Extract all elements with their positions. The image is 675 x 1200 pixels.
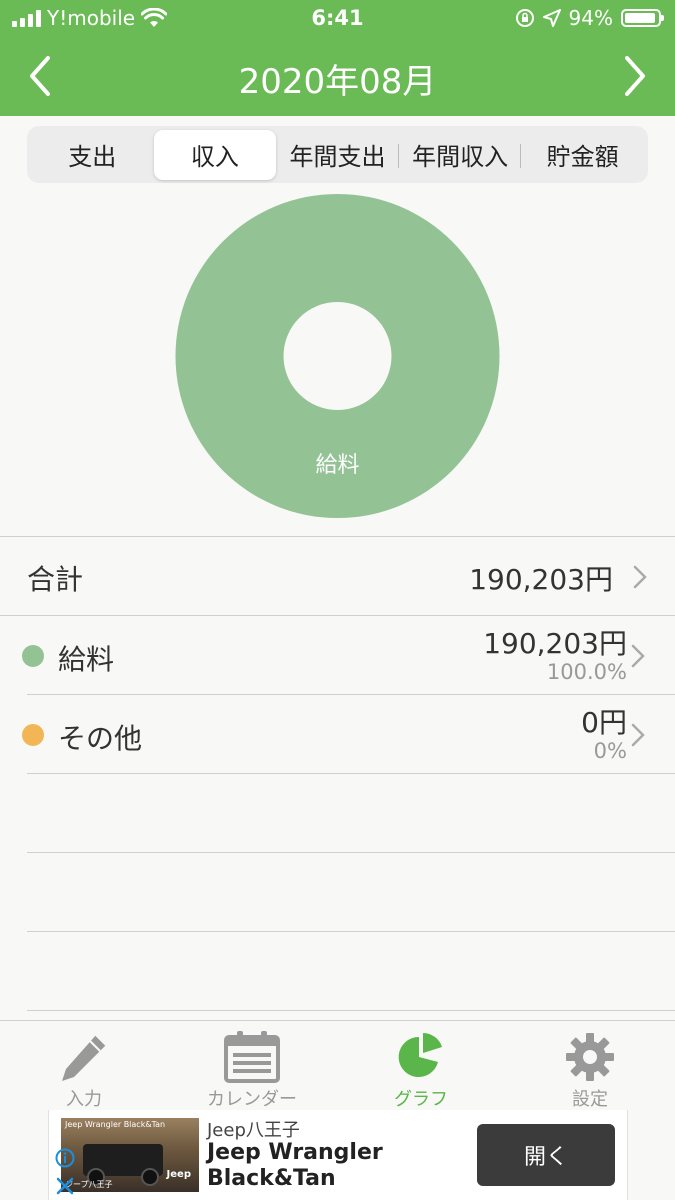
tab-graph[interactable]: グラフ <box>337 1021 505 1111</box>
ad-car-wheel <box>141 1168 159 1186</box>
segment-savings[interactable]: 貯金額 <box>520 130 644 180</box>
month-title: 2020年08月 <box>238 62 437 102</box>
battery-percent: 94% <box>568 6 613 30</box>
status-right: 94% <box>515 6 664 30</box>
pencil-icon <box>62 1034 107 1081</box>
divider <box>27 931 675 932</box>
segment-annual-income[interactable]: 年間収入 <box>397 130 522 180</box>
category-color-dot <box>22 724 44 746</box>
tab-bar: 入力 カレンダー グラフ 設定 <box>0 1020 675 1110</box>
segment-divider <box>397 143 399 168</box>
category-name: その他 <box>58 722 143 755</box>
category-color-dot <box>22 645 44 667</box>
segment-annual-expense-label: 年間支出 <box>289 143 386 171</box>
donut-slice-label: 給料 <box>315 453 359 478</box>
divider <box>27 852 675 853</box>
tab-graph-label: グラフ <box>394 1089 448 1110</box>
tab-calendar[interactable]: カレンダー <box>168 1021 336 1111</box>
battery-icon <box>621 9 664 27</box>
divider <box>27 1010 675 1011</box>
category-amount: 0円 <box>581 706 627 739</box>
tab-settings[interactable]: 設定 <box>506 1021 674 1111</box>
tab-input[interactable]: 入力 <box>0 1021 168 1111</box>
segment-divider <box>520 143 522 168</box>
total-label: 合計 <box>27 563 84 596</box>
segment-savings-label: 貯金額 <box>546 143 619 171</box>
chevron-right-icon[interactable] <box>615 54 655 98</box>
ad-image[interactable]: Jeep Wrangler Black&Tan Jeep ジープ八王子 <box>61 1118 199 1192</box>
segment-income[interactable]: 収入 <box>153 129 277 180</box>
category-amount: 190,203円 <box>483 627 627 660</box>
battery-fill <box>625 13 656 23</box>
orientation-lock-icon <box>515 9 534 27</box>
segment-annual-expense[interactable]: 年間支出 <box>276 130 399 180</box>
close-icon[interactable] <box>55 1176 75 1196</box>
gear-icon <box>566 1033 614 1081</box>
tab-calendar-label: カレンダー <box>207 1089 297 1110</box>
donut-svg: 給料 <box>175 193 500 519</box>
tab-input-label: 入力 <box>66 1089 102 1110</box>
ad-advertiser: Jeep八王子 <box>207 1120 300 1141</box>
divider <box>27 773 675 774</box>
ad-banner[interactable]: Jeep Wrangler Black&Tan Jeep ジープ八王子 Jeep… <box>48 1110 628 1200</box>
segmented-control: 支出 収入 年間支出 年間収入 貯金額 <box>27 126 648 183</box>
status-bar: Y!mobile 6:41 94% <box>0 0 675 36</box>
ad-open-button[interactable]: 開く <box>477 1124 615 1186</box>
segment-expense[interactable]: 支出 <box>31 130 154 180</box>
total-value: 190,203円 <box>469 563 613 596</box>
category-name: 給料 <box>58 643 115 676</box>
segment-annual-income-label: 年間収入 <box>412 143 509 171</box>
ad-image-brand: Jeep <box>166 1169 191 1180</box>
ad-image-caption: Jeep Wrangler Black&Tan <box>65 1120 166 1129</box>
nav-bar: 2020年08月 <box>0 36 675 116</box>
category-percent: 0% <box>593 739 627 763</box>
tab-settings-label: 設定 <box>572 1089 608 1110</box>
chevron-right-icon <box>631 723 645 747</box>
chevron-right-icon <box>631 644 645 668</box>
category-percent: 100.0% <box>546 660 627 684</box>
chevron-right-icon <box>633 565 647 589</box>
location-arrow-icon <box>542 9 561 27</box>
pie-chart-icon <box>398 1033 442 1077</box>
ad-headline: Jeep Wrangler Black&Tan <box>207 1140 383 1191</box>
income-donut-chart: 給料 <box>0 185 675 535</box>
info-icon[interactable] <box>55 1148 75 1168</box>
calendar-icon <box>224 1031 280 1083</box>
